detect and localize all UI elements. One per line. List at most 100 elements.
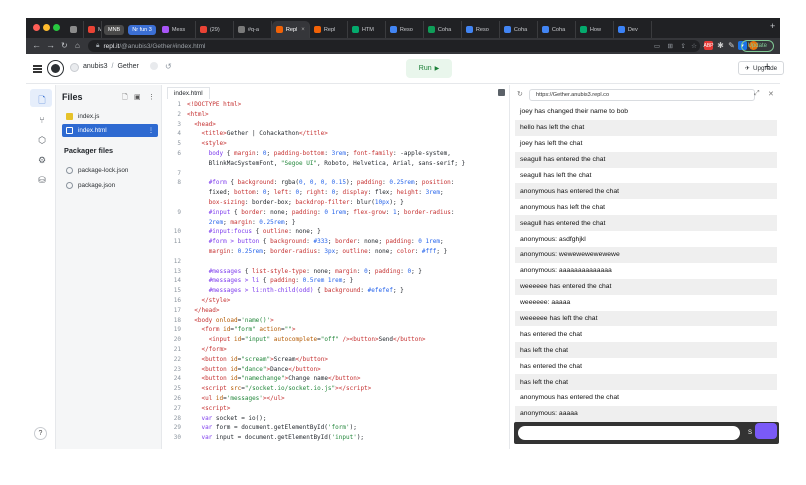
code-text: <style> [201, 140, 227, 148]
browser-tab[interactable]: How [576, 21, 614, 38]
pin-icon[interactable]: ✎ [727, 41, 736, 50]
new-tab-button[interactable]: + [770, 21, 775, 31]
maximize-window-icon[interactable] [53, 24, 60, 31]
tab-group-chip[interactable]: MNB [104, 25, 125, 35]
qr-code-icon[interactable]: ⊞ [668, 42, 673, 50]
close-tab-icon[interactable]: × [301, 27, 305, 33]
code-area[interactable]: 1 <!DOCTYPE html> 2 <html> 3 <head> 4 <title>… [163, 101, 509, 449]
files-icon[interactable]: 🗋︎ [36, 93, 48, 109]
messages-list: joey has changed their name to bob hello … [515, 104, 777, 422]
chat-message: seagull has entered the chat [515, 151, 777, 168]
browser-tab[interactable]: Coha [424, 21, 462, 38]
tab-label: Repl [285, 26, 298, 33]
chat-message: joey has left the chat [520, 140, 583, 148]
code-text: <html> [187, 110, 209, 118]
code-text: <input id="input" autocomplete="off" /><… [208, 336, 426, 344]
adblock-extension-icon[interactable]: ABP [704, 41, 714, 50]
file-item-index-html[interactable]: index.html ⋮ [62, 124, 158, 137]
browser-tab[interactable]: Repl [310, 21, 348, 38]
browser-tab[interactable]: Reso [462, 21, 500, 38]
close-window-icon[interactable] [33, 24, 40, 31]
file-item-package-json[interactable]: package.json [62, 179, 158, 192]
history-icon[interactable]: ↺ [165, 62, 172, 71]
browser-tab[interactable]: Mess [158, 21, 196, 38]
file-item-package-lock[interactable]: package-lock.json [62, 164, 158, 177]
rocket-icon: ✈︎ [744, 65, 750, 72]
code-line: 12 [163, 258, 509, 268]
close-preview-icon[interactable]: ✕ [768, 90, 774, 98]
update-button[interactable]: Update [740, 40, 774, 52]
help-button[interactable]: ? [34, 427, 47, 440]
code-line: 6 body { margin: 0; padding-bottom: 3rem… [163, 150, 509, 160]
line-number: 18 [173, 316, 181, 324]
code-text: 2rem; margin: 0.25rem; } [208, 218, 296, 226]
code-text: body { margin: 0; padding-bottom: 3rem; … [208, 150, 451, 157]
upgrade-button[interactable]: ✈︎ Upgrade [738, 61, 784, 75]
address-bar[interactable]: 🔒︎ repl.it/@anubis3/Gether#index.html ▭ … [88, 40, 700, 52]
file-item-index-js[interactable]: index.js [62, 110, 158, 123]
add-button[interactable]: + [764, 61, 770, 73]
run-button[interactable]: Run ▶ [406, 59, 452, 78]
hamburger-menu-icon[interactable] [33, 65, 42, 67]
database-icon[interactable]: ⛁ [36, 175, 48, 186]
browser-tab[interactable]: (29) [196, 21, 234, 38]
tab-label: Reso [399, 26, 413, 33]
browser-tab[interactable]: Coha [538, 21, 576, 38]
settings-gear-icon[interactable]: ⚙︎ [36, 155, 48, 166]
run-label: Run [418, 65, 432, 72]
code-text: #form { background: rgba(0, 0, 0, 0.15);… [208, 179, 455, 187]
tab-group-chip[interactable]: Nr fun 3 [128, 25, 156, 35]
file-menu-icon[interactable]: ⋮ [148, 127, 154, 134]
more-options-icon[interactable]: ⋮ [148, 93, 155, 101]
home-icon[interactable]: ⌂ [75, 41, 80, 50]
code-line: fixed; bottom: 0; left: 0; right: 0; dis… [163, 189, 509, 199]
share-icon[interactable]: ⇪ [681, 42, 686, 50]
back-arrow-icon[interactable]: ← [32, 40, 41, 50]
code-line: 16 </style> [163, 297, 509, 307]
preview-url-bar[interactable]: https://Gether.anubis3.repl.co [529, 89, 755, 101]
code-line: 4 <title>Gether | Cohackathon</title> [163, 130, 509, 140]
preview-reload-icon[interactable]: ↻ [517, 90, 523, 98]
url-domain: repl.it [103, 42, 120, 50]
browser-tab[interactable]: HTM [348, 21, 386, 38]
user-avatar[interactable] [70, 63, 79, 72]
user-link[interactable]: anubis3 [83, 63, 108, 70]
tab-favicon-icon [237, 26, 245, 33]
repl-name[interactable]: Gether [117, 63, 138, 70]
browser-tab-active[interactable]: Repl × [271, 21, 310, 38]
new-folder-icon[interactable]: ▣ [134, 93, 141, 101]
browser-tab[interactable]: M [84, 21, 102, 38]
code-text: #form > button { background: #333; borde… [208, 238, 444, 246]
bookmark-star-icon[interactable]: ☆ [691, 42, 697, 50]
open-new-tab-icon[interactable]: ⤢ [754, 90, 760, 98]
cast-icon[interactable]: ▭ [654, 42, 660, 50]
code-line: 23 <button id="dance">Dance</button> [163, 366, 509, 376]
code-text: <button id="dance">Dance</button> [201, 365, 321, 373]
forward-arrow-icon[interactable]: → [46, 40, 55, 50]
repl-logo-icon[interactable] [47, 60, 64, 77]
browser-tab[interactable]: Reso [386, 21, 424, 38]
line-number: 26 [173, 395, 181, 402]
new-file-icon[interactable]: 🗋︎ [122, 93, 128, 104]
code-text: fixed; bottom: 0; left: 0; right: 0; dis… [187, 189, 444, 197]
code-line: 7 [163, 170, 509, 180]
chat-input[interactable] [518, 426, 740, 440]
layout-toggle-icon[interactable] [498, 89, 505, 96]
browser-tab[interactable]: Coha [500, 21, 538, 38]
editor-tab-index-html[interactable]: index.html [167, 87, 210, 99]
line-number: 6 [177, 150, 181, 157]
package-file-icon [66, 167, 73, 174]
tab-favicon-icon [579, 26, 587, 33]
browser-tab[interactable] [66, 21, 84, 38]
code-line: 17 </head> [163, 307, 509, 317]
reload-icon[interactable]: ↻ [61, 41, 68, 50]
repl-breadcrumb: anubis3 / Gether [83, 63, 139, 70]
extensions-puzzle-icon[interactable]: ✱ [716, 41, 725, 50]
file-name: index.js [78, 113, 100, 120]
multiplayer-chat-icon[interactable] [755, 423, 777, 439]
browser-tab[interactable]: Dev [614, 21, 652, 38]
version-control-icon[interactable]: ⑂ [36, 115, 48, 125]
minimize-window-icon[interactable] [43, 24, 50, 31]
browser-tab[interactable]: #q-a [234, 21, 272, 38]
packages-cube-icon[interactable]: ⬡ [36, 135, 48, 146]
